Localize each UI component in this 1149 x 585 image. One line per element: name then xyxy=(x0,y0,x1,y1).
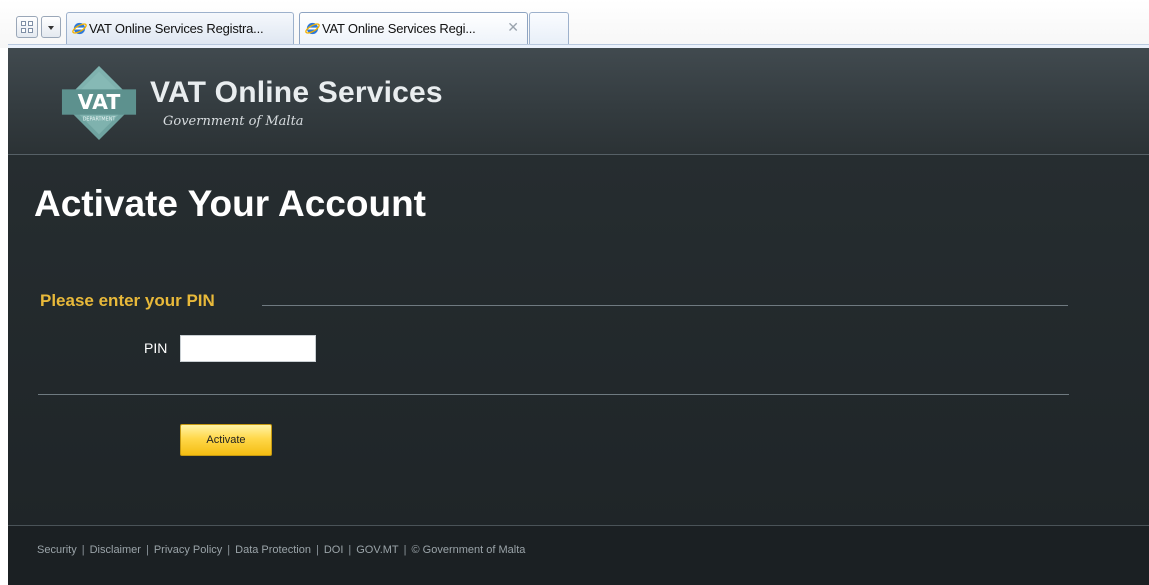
footer-separator: | xyxy=(403,544,407,556)
quick-tabs-button[interactable] xyxy=(16,16,38,38)
footer-link-gov-mt[interactable]: GOV.MT xyxy=(356,544,398,556)
pin-section-legend: Please enter your PIN xyxy=(40,291,215,310)
internet-explorer-icon xyxy=(305,22,320,35)
footer-link-disclaimer[interactable]: Disclaimer xyxy=(90,544,141,556)
web-page: VAT DEPARTMENT VAT Online Services Gover… xyxy=(8,48,1149,585)
activate-button[interactable]: Activate xyxy=(180,424,272,456)
footer-copyright: © Government of Malta xyxy=(411,544,526,556)
logo-text: VAT xyxy=(78,90,121,114)
site-header: VAT DEPARTMENT VAT Online Services Gover… xyxy=(8,48,1149,155)
fieldset-border-top xyxy=(262,305,1068,306)
quick-tabs-icon xyxy=(21,21,33,33)
pin-label: PIN xyxy=(144,340,168,356)
footer-link-data-protection[interactable]: Data Protection xyxy=(235,544,311,556)
site-footer: Security | Disclaimer | Privacy Policy | Data … xyxy=(8,525,1149,585)
footer-link-privacy-policy[interactable]: Privacy Policy xyxy=(154,544,222,556)
vat-department-logo: VAT DEPARTMENT xyxy=(61,65,137,141)
internet-explorer-icon xyxy=(72,22,87,35)
browser-tab-strip: VAT Online Services Registra... VAT Onli… xyxy=(0,0,1149,49)
site-subtitle: Government of Malta xyxy=(163,114,304,129)
main-content: Activate Your Account Please enter your … xyxy=(8,155,1149,525)
browser-tab-1[interactable]: VAT Online Services Registra... xyxy=(66,12,294,44)
new-tab-button[interactable] xyxy=(529,12,569,44)
footer-links: Security | Disclaimer | Privacy Policy | Data … xyxy=(37,544,525,556)
footer-link-doi[interactable]: DOI xyxy=(324,544,344,556)
tab-list-button[interactable] xyxy=(41,16,61,38)
close-tab-icon[interactable]: ✕ xyxy=(507,19,519,36)
page-title: Activate Your Account xyxy=(34,183,427,224)
logo-subtext: DEPARTMENT xyxy=(83,117,116,123)
tab-title: VAT Online Services Registra... xyxy=(89,21,264,36)
footer-separator: | xyxy=(81,544,85,556)
footer-separator: | xyxy=(145,544,149,556)
footer-separator: | xyxy=(315,544,319,556)
fieldset-border-bottom xyxy=(38,394,1069,395)
browser-tab-2[interactable]: VAT Online Services Regi... ✕ xyxy=(299,12,528,44)
site-title: VAT Online Services xyxy=(150,76,443,109)
pin-input[interactable] xyxy=(180,335,316,362)
footer-link-security[interactable]: Security xyxy=(37,544,77,556)
tab-title: VAT Online Services Regi... xyxy=(322,21,476,36)
footer-separator: | xyxy=(227,544,231,556)
footer-separator: | xyxy=(348,544,352,556)
